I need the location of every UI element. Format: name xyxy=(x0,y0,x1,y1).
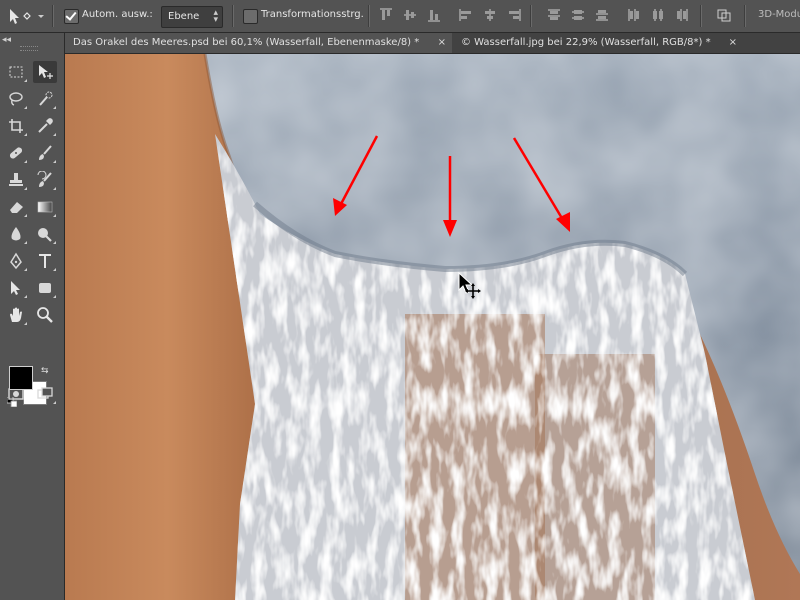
dropdown-arrows-icon: ▴ ▾ xyxy=(213,8,218,25)
tab-orakel-des-meeres[interactable]: Das Orakel des Meeres.psd bei 60,1% (Was… xyxy=(65,33,452,53)
align-vertical-centers-icon[interactable] xyxy=(402,7,418,23)
foreground-color-swatch[interactable] xyxy=(9,366,33,390)
auto-select-label: Autom. ausw.: xyxy=(82,9,153,20)
align-bottom-edges-icon[interactable] xyxy=(426,7,442,23)
move-tool-preset-icon xyxy=(10,9,44,24)
distribute-vertical-centers-icon[interactable] xyxy=(570,7,586,23)
transform-controls-label: Transformationsstrg. xyxy=(261,9,364,20)
options-separator xyxy=(368,5,370,27)
type-icon[interactable] xyxy=(33,250,57,272)
distribute-left-edges-icon[interactable] xyxy=(626,7,642,23)
crop-icon[interactable] xyxy=(4,115,28,137)
tab-wasserfall[interactable]: © Wasserfall.jpg bei 22,9% (Wasserfall, … xyxy=(453,33,743,53)
clone-stamp-icon[interactable] xyxy=(4,169,28,191)
tools-panel: ◂◂ ⇆ xyxy=(0,33,65,600)
eraser-icon[interactable] xyxy=(4,196,28,218)
swap-colors-icon[interactable]: ⇆ xyxy=(41,366,49,376)
quick-selection-icon[interactable] xyxy=(33,88,57,110)
close-tab-icon[interactable]: × xyxy=(729,33,737,53)
distribute-bottom-edges-icon[interactable] xyxy=(594,7,610,23)
auto-select-checkbox[interactable] xyxy=(64,9,79,24)
eyedropper-icon[interactable] xyxy=(33,115,57,137)
path-selection-icon[interactable] xyxy=(4,277,28,299)
options-separator xyxy=(52,5,54,27)
document-tab-bar: Das Orakel des Meeres.psd bei 60,1% (Was… xyxy=(65,33,800,54)
distribute-top-edges-icon[interactable] xyxy=(546,7,562,23)
zoom-icon[interactable] xyxy=(33,304,57,326)
panel-grip[interactable] xyxy=(20,46,38,51)
dodge-icon[interactable] xyxy=(33,223,57,245)
close-tab-icon[interactable]: × xyxy=(438,33,446,53)
options-separator xyxy=(744,5,746,27)
marquee-icon[interactable] xyxy=(4,61,28,83)
auto-align-layers-icon[interactable] xyxy=(716,7,732,23)
canvas-image xyxy=(65,54,800,600)
pen-icon[interactable] xyxy=(4,250,28,272)
3d-mode-label: 3D-Modus xyxy=(758,9,800,20)
distribute-right-edges-icon[interactable] xyxy=(674,7,690,23)
options-separator xyxy=(232,5,234,27)
tab-label: Das Orakel des Meeres.psd bei 60,1% (Was… xyxy=(73,37,420,48)
blur-icon[interactable] xyxy=(4,223,28,245)
auto-select-target-dropdown[interactable]: Ebene ▴ ▾ xyxy=(161,6,223,28)
align-top-edges-icon[interactable] xyxy=(378,7,394,23)
document-canvas[interactable] xyxy=(65,54,800,600)
hand-icon[interactable] xyxy=(4,304,28,326)
align-horizontal-centers-icon[interactable] xyxy=(482,7,498,23)
transform-controls-checkbox[interactable] xyxy=(243,9,258,24)
move-icon[interactable] xyxy=(33,61,57,83)
brush-icon[interactable] xyxy=(33,142,57,164)
options-separator xyxy=(530,5,532,27)
options-separator xyxy=(700,5,702,27)
healing-brush-icon[interactable] xyxy=(4,142,28,164)
align-left-edges-icon[interactable] xyxy=(458,7,474,23)
collapse-panel-icon[interactable]: ◂◂ xyxy=(2,35,11,45)
align-right-edges-icon[interactable] xyxy=(506,7,522,23)
screen-mode-icon[interactable] xyxy=(33,383,57,405)
rectangle-shape-icon[interactable] xyxy=(33,277,57,299)
tab-label: © Wasserfall.jpg bei 22,9% (Wasserfall, … xyxy=(461,37,711,48)
tool-preset-picker[interactable] xyxy=(4,5,48,27)
gradient-icon[interactable] xyxy=(33,196,57,218)
options-bar: Autom. ausw.: Ebene ▴ ▾ Transformationsst… xyxy=(0,0,800,33)
lasso-icon[interactable] xyxy=(4,88,28,110)
distribute-horizontal-centers-icon[interactable] xyxy=(650,7,666,23)
history-brush-icon[interactable] xyxy=(33,169,57,191)
auto-select-target-value: Ebene xyxy=(168,11,200,22)
